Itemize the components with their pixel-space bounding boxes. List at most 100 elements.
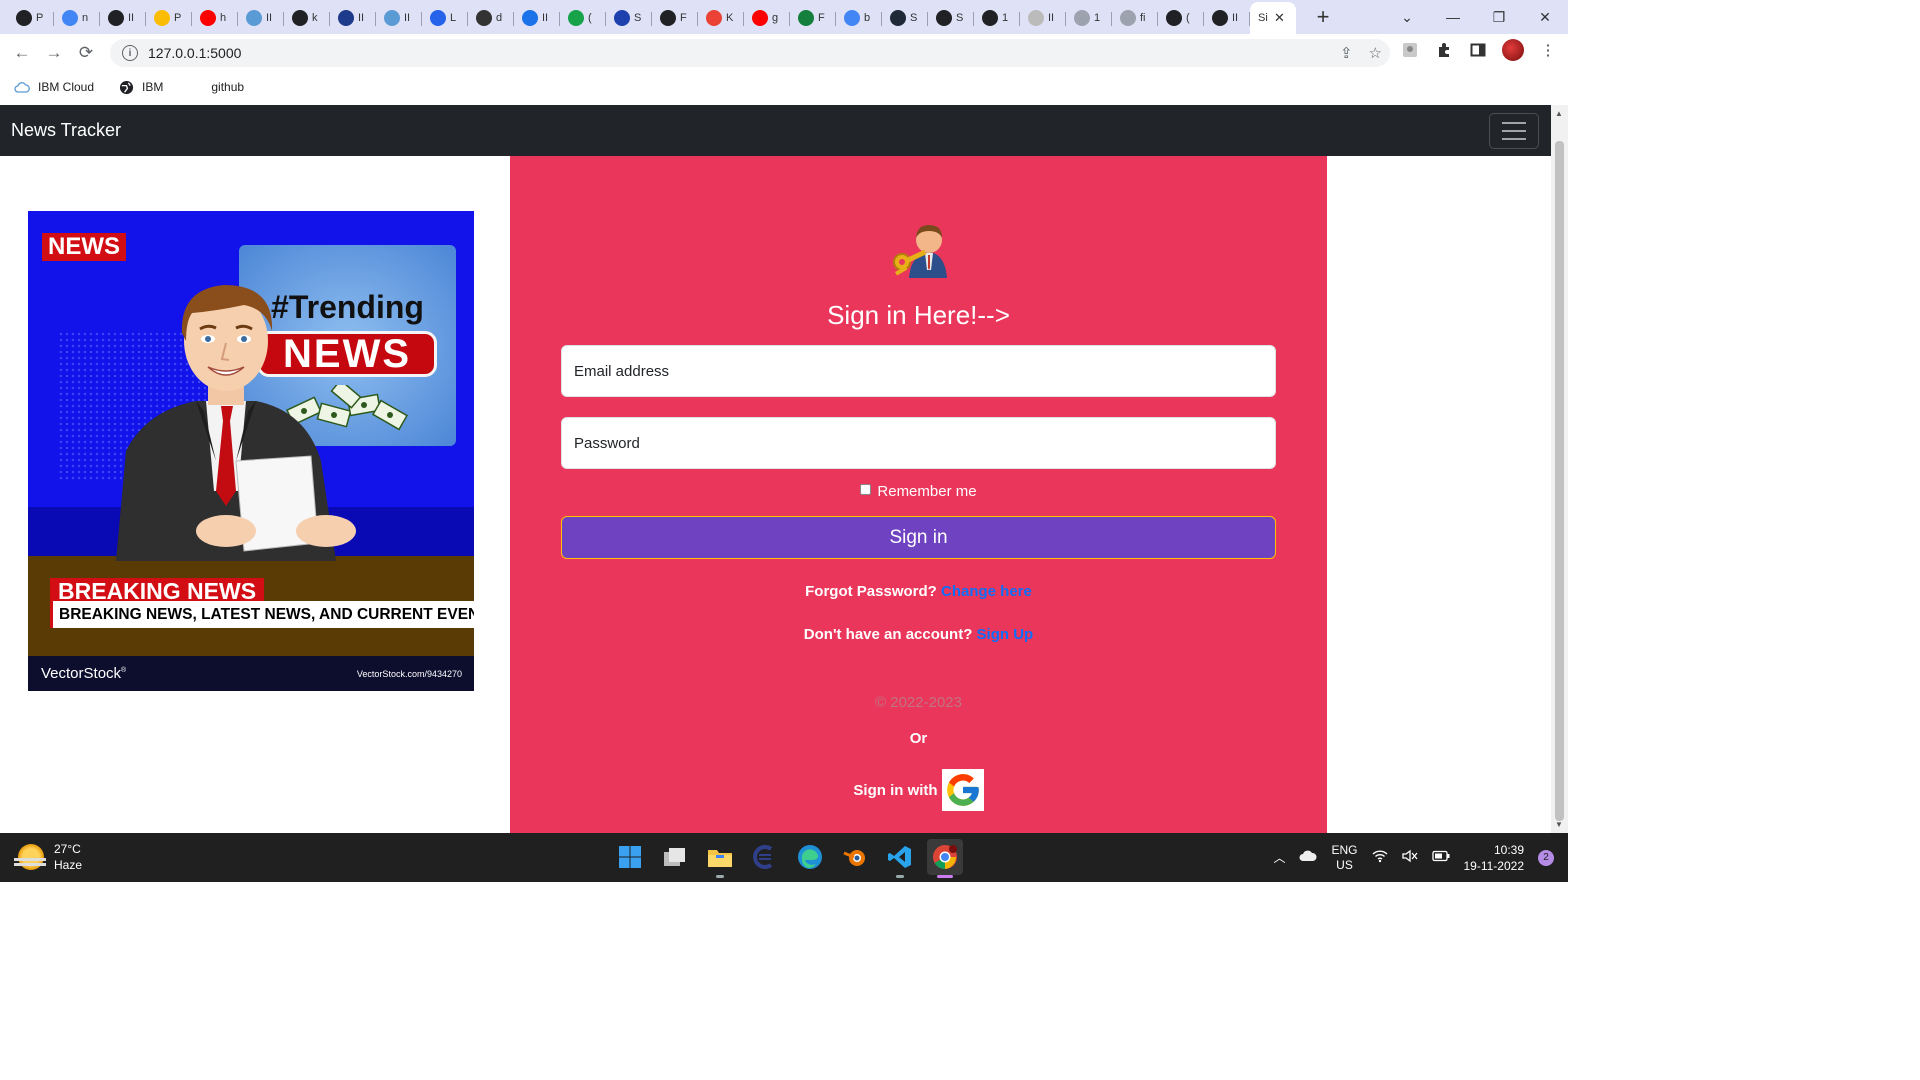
browser-tab[interactable]: II [514, 4, 560, 32]
chrome-button[interactable] [927, 839, 963, 878]
close-tab-icon[interactable]: ✕ [1274, 10, 1285, 26]
browser-tab-active[interactable]: Si ✕ [1250, 2, 1296, 34]
address-bar[interactable]: i 127.0.0.1:5000 ⇪ ☆ [110, 39, 1390, 67]
site-info-icon[interactable]: i [122, 45, 138, 61]
close-window-button[interactable]: ✕ [1522, 9, 1568, 26]
eclipse-button[interactable] [747, 839, 783, 875]
email-field[interactable]: Email address [561, 345, 1276, 397]
back-button[interactable]: ← [6, 43, 38, 63]
browser-tab[interactable]: b [836, 4, 882, 32]
signin-heading: Sign in Here!--> [827, 300, 1010, 330]
onedrive-icon[interactable] [1299, 850, 1318, 865]
restore-button[interactable]: ❐ [1476, 9, 1522, 26]
browser-tab[interactable]: ( [1158, 4, 1204, 32]
new-tab-button[interactable]: + [1308, 2, 1338, 32]
vectorstock-url: VectorStock.com/9434270 [356, 669, 462, 679]
eclipse-icon [753, 845, 773, 869]
chrome-menu-icon[interactable]: ⋮ [1538, 40, 1558, 60]
battery-icon[interactable] [1431, 850, 1450, 865]
profile-avatar[interactable] [1502, 39, 1524, 61]
tds-icon [890, 10, 906, 26]
vscode-button[interactable] [882, 839, 918, 878]
start-button[interactable] [612, 839, 648, 875]
tab-search-icon[interactable]: ⌄ [1384, 9, 1430, 26]
wifi-icon[interactable] [1372, 849, 1388, 866]
browser-tab[interactable]: F [652, 4, 698, 32]
browser-tab[interactable]: g [744, 4, 790, 32]
browser-tab[interactable]: S [928, 4, 974, 32]
browser-tab[interactable]: F [790, 4, 836, 32]
page-scrollbar[interactable]: ▲ ▼ [1551, 105, 1568, 833]
scroll-up-icon[interactable]: ▲ [1555, 109, 1563, 118]
globe-icon [292, 10, 308, 26]
browser-tab[interactable]: 1 [1066, 4, 1112, 32]
browser-tab[interactable]: d [468, 4, 514, 32]
show-hidden-icons-icon[interactable]: ︿ [1273, 849, 1285, 866]
tab-title: n [82, 12, 89, 24]
edge-button[interactable] [792, 839, 828, 875]
browser-tab[interactable]: II [330, 4, 376, 32]
forgot-password-text: Forgot Password? [805, 583, 937, 600]
signup-link[interactable]: Sign Up [977, 626, 1034, 643]
blender-button[interactable] [837, 839, 873, 875]
tab-title: II [266, 12, 273, 24]
minimize-button[interactable]: — [1430, 9, 1476, 25]
bookmark-github[interactable]: github [187, 79, 244, 95]
cloud-icon [14, 79, 30, 95]
remember-me-label[interactable]: Remember me [877, 483, 976, 500]
signin-button[interactable]: Sign in [561, 516, 1276, 559]
bookmark-star-icon[interactable]: ☆ [1369, 44, 1382, 62]
side-panel-icon[interactable] [1468, 40, 1488, 60]
browser-tab[interactable]: S [882, 4, 928, 32]
language-indicator[interactable]: ENG US [1331, 843, 1357, 873]
tab-title: S [956, 12, 964, 24]
clock[interactable]: 10:39 19-11-2022 [1464, 842, 1525, 874]
cloud-icon [246, 10, 262, 26]
browser-tab[interactable]: L [422, 4, 468, 32]
profile-extension-icon[interactable] [1400, 40, 1420, 60]
file-explorer-button[interactable] [702, 839, 738, 878]
windows-logo-icon [619, 846, 641, 868]
browser-tab[interactable]: II [1204, 4, 1250, 32]
change-password-link[interactable]: Change here [941, 583, 1032, 600]
browser-tab[interactable]: II [1020, 4, 1066, 32]
browser-tab[interactable]: k [284, 4, 330, 32]
browser-tab[interactable]: II [100, 4, 146, 32]
bookmark-ibm-cloud[interactable]: IBM Cloud [14, 79, 94, 95]
browser-tab[interactable]: S [606, 4, 652, 32]
muted-volume-icon[interactable] [1401, 849, 1418, 866]
forward-button[interactable]: → [38, 43, 70, 63]
task-view-icon [664, 848, 685, 866]
browser-tab[interactable]: K [698, 4, 744, 32]
bookmark-ibm[interactable]: IBM [118, 79, 163, 95]
extensions-puzzle-icon[interactable] [1434, 40, 1454, 60]
browser-tab[interactable]: n [54, 4, 100, 32]
no-account-text: Don't have an account? [803, 626, 973, 643]
browser-tab[interactable]: h [192, 4, 238, 32]
password-field[interactable]: Password [561, 417, 1276, 469]
navbar-toggler-icon[interactable] [1489, 113, 1539, 149]
bike-icon [476, 10, 492, 26]
scrollbar-thumb[interactable] [1555, 141, 1564, 821]
url-text[interactable]: 127.0.0.1:5000 [148, 45, 241, 61]
dollar-icon [568, 10, 584, 26]
tab-strip: Pn II Ph II k II II Ld II(S F Kg Fb S S 1 II 1 fi(II Si ✕ + … [0, 0, 1568, 34]
navbar-brand[interactable]: News Tracker [11, 120, 121, 141]
remember-me-checkbox[interactable] [860, 484, 872, 495]
weather-widget[interactable]: 27°C Haze [14, 841, 82, 873]
browser-tab[interactable]: 1 [974, 4, 1020, 32]
browser-tab[interactable]: P [8, 4, 54, 32]
browser-tab[interactable]: II [238, 4, 284, 32]
notification-badge[interactable]: 2 [1538, 849, 1554, 866]
tab-title: g [772, 12, 779, 24]
scroll-down-icon[interactable]: ▼ [1555, 820, 1563, 829]
browser-tab[interactable]: P [146, 4, 192, 32]
share-icon[interactable]: ⇪ [1340, 44, 1353, 62]
google-signin-button[interactable] [941, 769, 984, 811]
google-icon [844, 10, 860, 26]
reload-button[interactable]: ⟳ [70, 43, 102, 63]
browser-tab[interactable]: fi [1112, 4, 1158, 32]
task-view-button[interactable] [657, 839, 693, 875]
browser-tab[interactable]: II [376, 4, 422, 32]
browser-tab[interactable]: ( [560, 4, 606, 32]
